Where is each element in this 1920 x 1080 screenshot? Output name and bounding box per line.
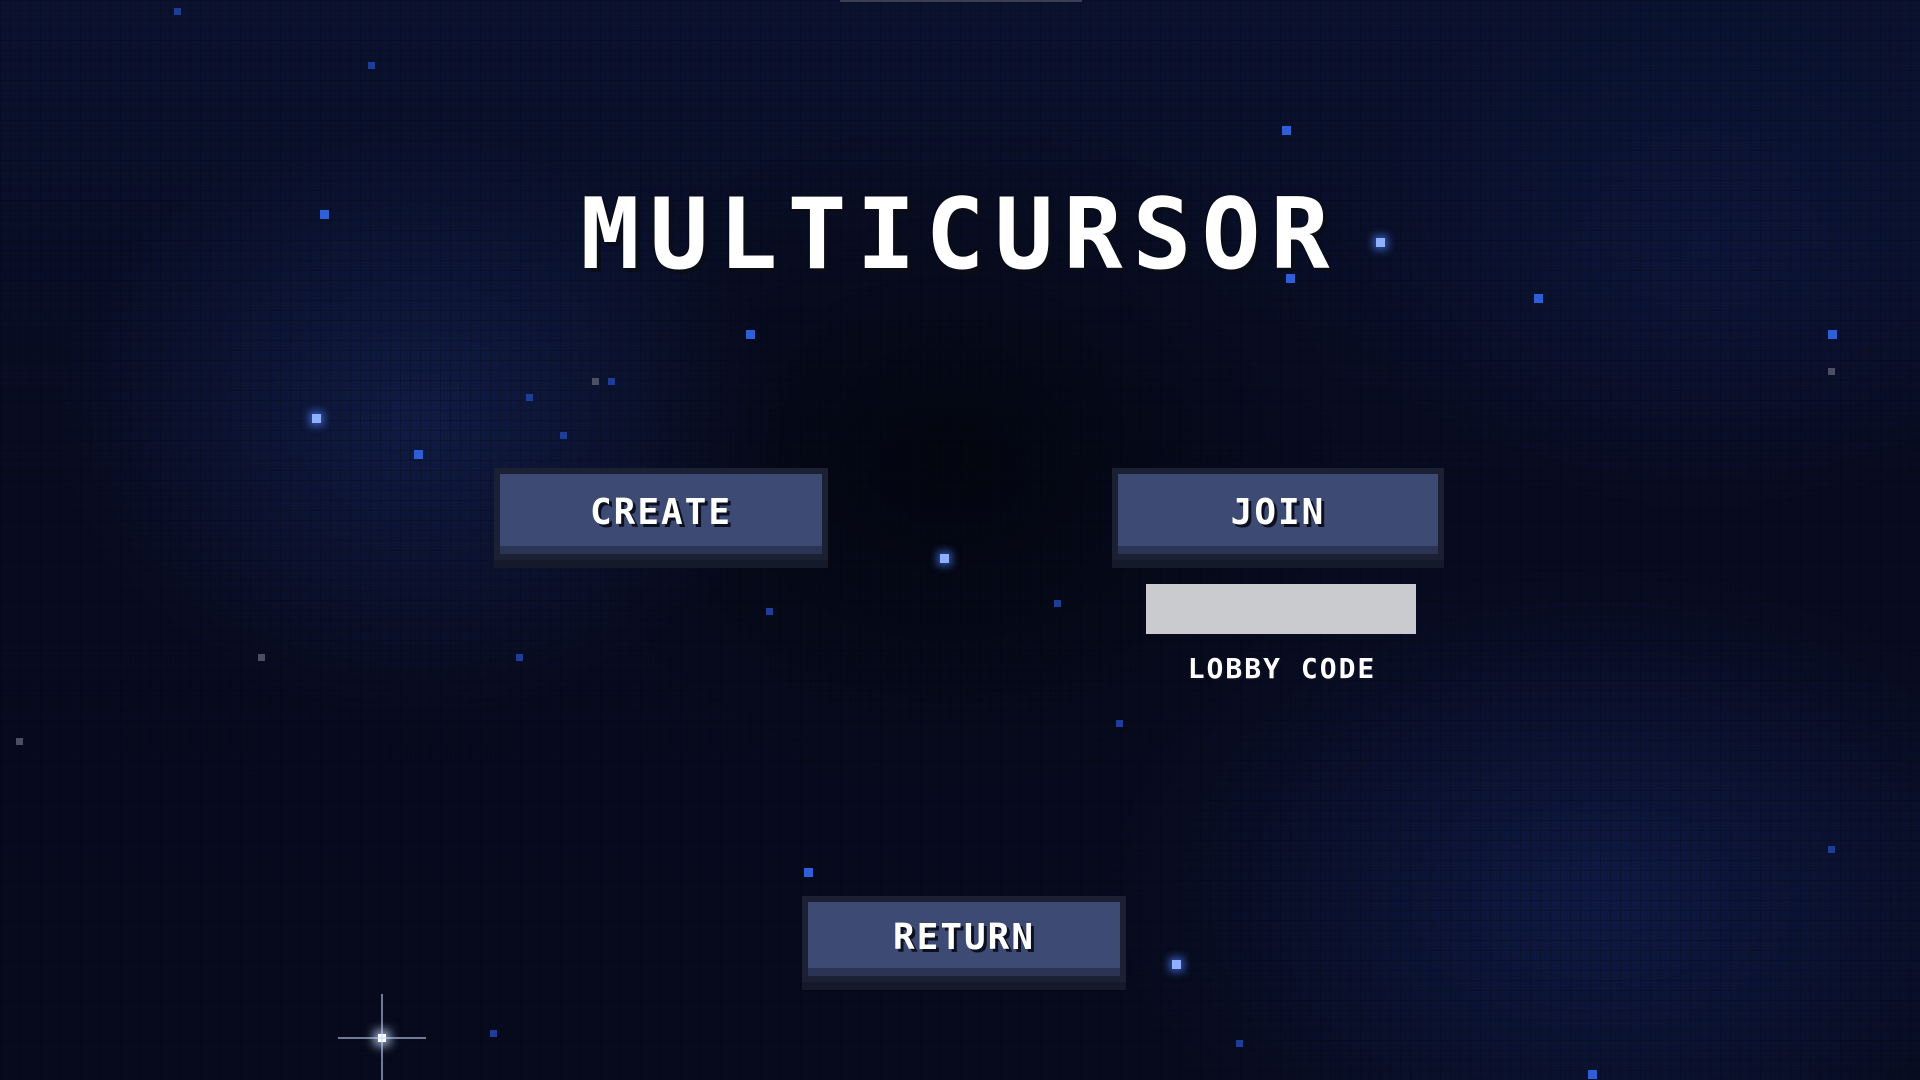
- star: [1534, 294, 1543, 303]
- star: [526, 394, 533, 401]
- star: [592, 378, 599, 385]
- star: [940, 554, 949, 563]
- star: [490, 1030, 497, 1037]
- star: [1116, 720, 1123, 727]
- starfield-background: MULTICURSOR CREATE JOIN LOBBY CODE RETUR…: [0, 0, 1920, 1080]
- star: [16, 738, 23, 745]
- star: [1828, 846, 1835, 853]
- star: [1282, 126, 1291, 135]
- lobby-code-label: LOBBY CODE: [1187, 652, 1377, 685]
- star: [766, 608, 773, 615]
- star: [1828, 368, 1835, 375]
- star: [174, 8, 181, 15]
- return-button[interactable]: RETURN: [802, 896, 1126, 982]
- join-button-label: JOIN: [1230, 491, 1326, 533]
- star: [368, 62, 375, 69]
- star: [608, 378, 615, 385]
- join-button[interactable]: JOIN: [1112, 468, 1444, 560]
- star: [1172, 960, 1181, 969]
- star: [560, 432, 567, 439]
- lobby-code-input[interactable]: [1146, 584, 1416, 634]
- game-title: MULTICURSOR: [580, 178, 1340, 292]
- star: [1236, 1040, 1243, 1047]
- sparkle-star: [338, 994, 426, 1080]
- star: [746, 330, 755, 339]
- top-edge-bar: [840, 0, 1082, 2]
- star: [804, 868, 813, 877]
- star: [1054, 600, 1061, 607]
- create-button[interactable]: CREATE: [494, 468, 828, 560]
- star: [1828, 330, 1837, 339]
- star: [414, 450, 423, 459]
- return-button-label: RETURN: [892, 916, 1036, 958]
- star: [1588, 1070, 1597, 1079]
- create-button-label: CREATE: [589, 491, 733, 533]
- star: [312, 414, 321, 423]
- star: [258, 654, 265, 661]
- star: [516, 654, 523, 661]
